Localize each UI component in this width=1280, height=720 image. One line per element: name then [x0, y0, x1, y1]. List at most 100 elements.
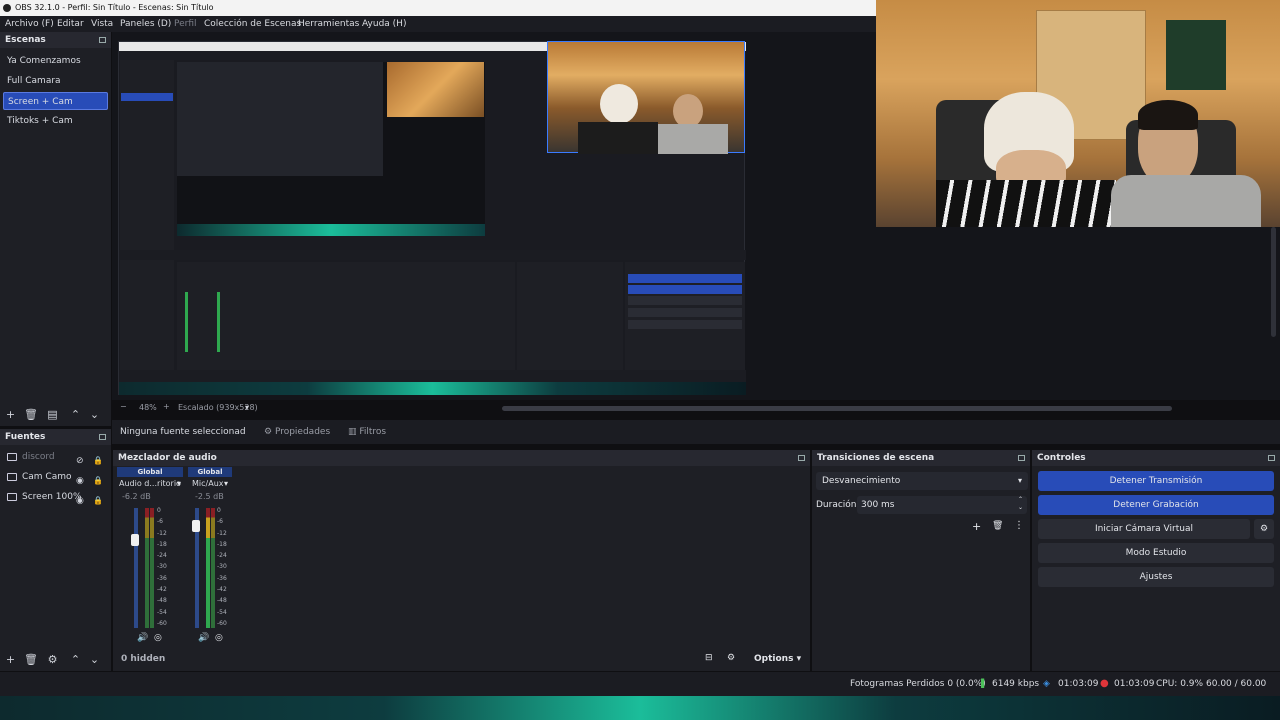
scene-item[interactable]: Full Camara: [3, 72, 108, 90]
undock-icon[interactable]: [99, 37, 106, 43]
settings-button[interactable]: Ajustes: [1038, 567, 1274, 587]
menu-coleccion-escenas[interactable]: Colección de Escenas: [204, 16, 301, 32]
window-icon: [7, 453, 17, 461]
menu-ayuda[interactable]: Ayuda (H): [362, 16, 406, 32]
studio-mode-button[interactable]: Modo Estudio: [1038, 543, 1274, 563]
advanced-audio-icon[interactable]: ⚙: [727, 653, 735, 663]
source-item[interactable]: discord ⊘ 🔒: [0, 447, 110, 467]
mixer-header: Mezclador de audio: [113, 450, 810, 466]
menu-paneles[interactable]: Paneles (D): [120, 16, 171, 32]
mixer-options-button[interactable]: Options ▾: [754, 654, 801, 664]
trash-icon[interactable]: 🗑: [24, 409, 38, 420]
move-up-icon[interactable]: ⌃: [70, 409, 81, 420]
horizontal-scrollbar[interactable]: [502, 406, 1172, 411]
transitions-title: Transiciones de escena: [817, 453, 935, 463]
person-left-beanie: [600, 84, 638, 124]
chevron-down-icon[interactable]: ▾: [177, 479, 181, 488]
transitions-panel: Transiciones de escena Desvanecimiento ▾…: [812, 450, 1030, 671]
db-scale: 0 -6 -12 -18 -24 -30 -36 -42 -48 -54 -60: [217, 505, 227, 629]
channel-name[interactable]: Audio d...ritorio: [119, 479, 181, 488]
sources-header: Fuentes: [0, 429, 111, 445]
source-item[interactable]: Cam Camo ◉ 🔒: [0, 467, 110, 487]
cam-overlay-source[interactable]: [547, 41, 745, 154]
db-tick: -18: [157, 540, 167, 548]
move-up-icon[interactable]: ⌃: [70, 654, 81, 665]
undock-icon[interactable]: [1268, 455, 1275, 461]
audio-meter: [150, 508, 154, 628]
scene-item[interactable]: Tiktoks + Cam: [3, 112, 108, 130]
add-icon[interactable]: +: [5, 409, 16, 420]
db-tick: -12: [217, 529, 227, 537]
gear-icon[interactable]: ⚙: [1254, 519, 1274, 539]
channel-scope: Global: [188, 467, 232, 477]
stop-streaming-button[interactable]: Detener Transmisión: [1038, 471, 1274, 491]
gear-icon[interactable]: ⚙: [47, 654, 58, 665]
db-tick: -24: [157, 552, 167, 560]
trash-icon[interactable]: 🗑: [24, 654, 38, 665]
volume-slider-handle[interactable]: [192, 520, 200, 532]
more-options-icon[interactable]: ⋮: [1014, 520, 1024, 531]
stop-recording-button[interactable]: Detener Grabación: [1038, 495, 1274, 515]
duration-spinbox[interactable]: 300 ms ⌃ ⌄: [857, 496, 1027, 514]
start-virtual-camera-button[interactable]: Iniciar Cámara Virtual: [1038, 519, 1250, 539]
stream-time: 01:03:09: [1058, 679, 1099, 689]
bitrate: 6149 kbps: [992, 679, 1040, 689]
nested-cam: [387, 62, 484, 117]
audio-meter: [206, 508, 210, 628]
volume-slider-handle[interactable]: [131, 534, 139, 546]
obs-logo-icon: [3, 4, 11, 12]
selected-source-label: Ninguna fuente seleccionad: [120, 427, 246, 437]
scale-dropdown-icon[interactable]: ▾: [245, 403, 249, 412]
undock-icon[interactable]: [798, 455, 805, 461]
undock-icon[interactable]: [99, 434, 106, 440]
lock-icon[interactable]: 🔒: [93, 491, 103, 511]
db-tick: -18: [217, 540, 227, 548]
db-tick: -60: [217, 619, 227, 627]
db-tick: -42: [217, 586, 227, 594]
zoom-in-icon[interactable]: +: [163, 402, 170, 411]
source-item[interactable]: Screen 100% ◉ 🔒: [0, 487, 110, 507]
audio-meter: [145, 508, 149, 628]
scenes-title: Escenas: [5, 35, 46, 45]
nested-transitions: [517, 262, 623, 370]
volume-slider-track[interactable]: [134, 508, 138, 628]
speaker-icon[interactable]: 🔊: [137, 633, 148, 643]
db-tick: -54: [217, 608, 227, 616]
move-down-icon[interactable]: ⌄: [89, 409, 100, 420]
channel-name[interactable]: Mic/Aux: [192, 479, 224, 488]
headphones-icon[interactable]: ◎: [215, 633, 223, 643]
layout-toggle-icon[interactable]: ⊟: [705, 653, 713, 663]
menu-perfil[interactable]: Perfil: [174, 16, 197, 32]
properties-button[interactable]: ⚙ Propiedades: [264, 425, 330, 439]
transition-selected: Desvanecimiento: [822, 476, 901, 486]
vertical-scrollbar[interactable]: [1271, 227, 1276, 337]
scene-filters-icon[interactable]: ▤: [47, 409, 58, 420]
filters-button[interactable]: ▥ Filtros: [348, 425, 386, 439]
spin-arrows-icon[interactable]: ⌃ ⌄: [1018, 496, 1023, 512]
nested-settings: [628, 320, 742, 329]
menu-editar[interactable]: Editar: [57, 16, 84, 32]
menu-vista[interactable]: Vista: [91, 16, 113, 32]
speaker-icon[interactable]: 🔊: [198, 633, 209, 643]
add-icon[interactable]: +: [5, 654, 16, 665]
scene-item[interactable]: Ya Comenzamos: [3, 52, 108, 70]
headphones-icon[interactable]: ◎: [154, 633, 162, 643]
chevron-down-icon: ▾: [1017, 476, 1022, 485]
chevron-down-icon[interactable]: ▾: [224, 479, 228, 488]
channel-db: -2.5 dB: [195, 492, 224, 501]
undock-icon[interactable]: [1018, 455, 1025, 461]
zoom-out-icon[interactable]: −: [120, 402, 127, 411]
preview-canvas[interactable]: − 48% + Escalado (939x528) ▾: [112, 32, 1172, 412]
desktop-wallpaper-strip: [0, 696, 1280, 720]
db-tick: -30: [217, 563, 227, 571]
menu-herramientas[interactable]: Herramientas: [298, 16, 359, 32]
dropped-frames: Fotogramas Perdidos 0 (0.0%): [850, 679, 986, 689]
menu-archivo[interactable]: Archivo (F): [5, 16, 54, 32]
add-icon[interactable]: +: [972, 520, 981, 533]
eye-icon[interactable]: ◉: [76, 491, 84, 511]
nested-glow: [177, 224, 485, 236]
transition-select[interactable]: Desvanecimiento ▾: [816, 472, 1028, 490]
move-down-icon[interactable]: ⌄: [89, 654, 100, 665]
scene-item-active[interactable]: Screen + Cam: [3, 92, 108, 110]
trash-icon[interactable]: 🗑: [992, 521, 1003, 531]
